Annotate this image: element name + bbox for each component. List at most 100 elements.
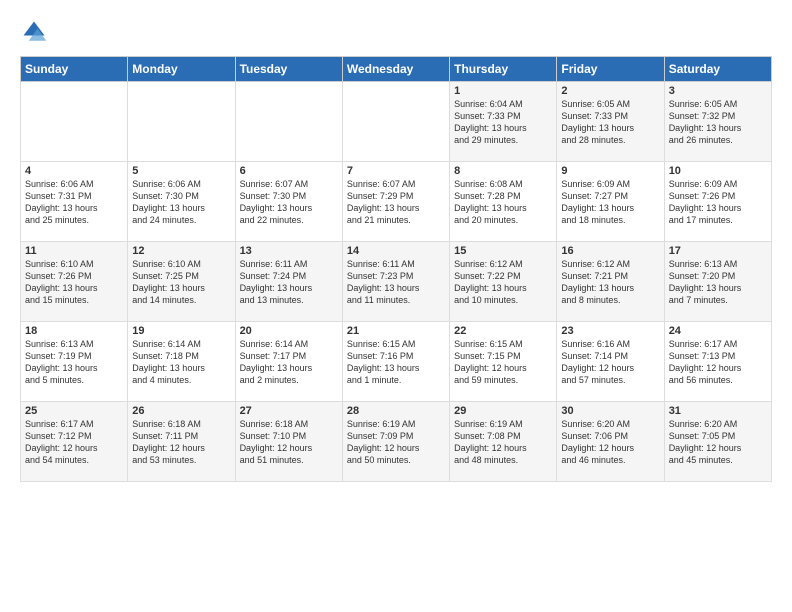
day-cell: 6Sunrise: 6:07 AM Sunset: 7:30 PM Daylig… bbox=[235, 162, 342, 242]
day-info: Sunrise: 6:19 AM Sunset: 7:08 PM Dayligh… bbox=[454, 418, 552, 467]
day-info: Sunrise: 6:14 AM Sunset: 7:18 PM Dayligh… bbox=[132, 338, 230, 387]
day-info: Sunrise: 6:18 AM Sunset: 7:10 PM Dayligh… bbox=[240, 418, 338, 467]
day-number: 28 bbox=[347, 405, 445, 417]
day-info: Sunrise: 6:09 AM Sunset: 7:27 PM Dayligh… bbox=[561, 178, 659, 227]
day-cell: 19Sunrise: 6:14 AM Sunset: 7:18 PM Dayli… bbox=[128, 322, 235, 402]
day-cell: 9Sunrise: 6:09 AM Sunset: 7:27 PM Daylig… bbox=[557, 162, 664, 242]
day-number: 3 bbox=[669, 85, 767, 97]
weekday-friday: Friday bbox=[557, 57, 664, 82]
day-info: Sunrise: 6:17 AM Sunset: 7:13 PM Dayligh… bbox=[669, 338, 767, 387]
day-number: 4 bbox=[25, 165, 123, 177]
day-info: Sunrise: 6:06 AM Sunset: 7:30 PM Dayligh… bbox=[132, 178, 230, 227]
day-info: Sunrise: 6:08 AM Sunset: 7:28 PM Dayligh… bbox=[454, 178, 552, 227]
day-info: Sunrise: 6:19 AM Sunset: 7:09 PM Dayligh… bbox=[347, 418, 445, 467]
day-number: 5 bbox=[132, 165, 230, 177]
day-number: 17 bbox=[669, 245, 767, 257]
day-number: 20 bbox=[240, 325, 338, 337]
week-row-2: 4Sunrise: 6:06 AM Sunset: 7:31 PM Daylig… bbox=[21, 162, 772, 242]
day-cell: 22Sunrise: 6:15 AM Sunset: 7:15 PM Dayli… bbox=[450, 322, 557, 402]
day-cell: 31Sunrise: 6:20 AM Sunset: 7:05 PM Dayli… bbox=[664, 402, 771, 482]
day-info: Sunrise: 6:07 AM Sunset: 7:29 PM Dayligh… bbox=[347, 178, 445, 227]
weekday-sunday: Sunday bbox=[21, 57, 128, 82]
day-info: Sunrise: 6:12 AM Sunset: 7:21 PM Dayligh… bbox=[561, 258, 659, 307]
day-cell bbox=[342, 82, 449, 162]
day-cell: 18Sunrise: 6:13 AM Sunset: 7:19 PM Dayli… bbox=[21, 322, 128, 402]
day-cell: 20Sunrise: 6:14 AM Sunset: 7:17 PM Dayli… bbox=[235, 322, 342, 402]
weekday-monday: Monday bbox=[128, 57, 235, 82]
day-cell: 25Sunrise: 6:17 AM Sunset: 7:12 PM Dayli… bbox=[21, 402, 128, 482]
day-cell: 11Sunrise: 6:10 AM Sunset: 7:26 PM Dayli… bbox=[21, 242, 128, 322]
day-info: Sunrise: 6:04 AM Sunset: 7:33 PM Dayligh… bbox=[454, 98, 552, 147]
week-row-5: 25Sunrise: 6:17 AM Sunset: 7:12 PM Dayli… bbox=[21, 402, 772, 482]
day-number: 18 bbox=[25, 325, 123, 337]
day-cell: 13Sunrise: 6:11 AM Sunset: 7:24 PM Dayli… bbox=[235, 242, 342, 322]
day-cell bbox=[128, 82, 235, 162]
week-row-3: 11Sunrise: 6:10 AM Sunset: 7:26 PM Dayli… bbox=[21, 242, 772, 322]
day-cell: 15Sunrise: 6:12 AM Sunset: 7:22 PM Dayli… bbox=[450, 242, 557, 322]
day-info: Sunrise: 6:05 AM Sunset: 7:32 PM Dayligh… bbox=[669, 98, 767, 147]
day-cell: 21Sunrise: 6:15 AM Sunset: 7:16 PM Dayli… bbox=[342, 322, 449, 402]
day-info: Sunrise: 6:13 AM Sunset: 7:19 PM Dayligh… bbox=[25, 338, 123, 387]
day-info: Sunrise: 6:11 AM Sunset: 7:24 PM Dayligh… bbox=[240, 258, 338, 307]
day-cell: 4Sunrise: 6:06 AM Sunset: 7:31 PM Daylig… bbox=[21, 162, 128, 242]
day-info: Sunrise: 6:14 AM Sunset: 7:17 PM Dayligh… bbox=[240, 338, 338, 387]
day-info: Sunrise: 6:17 AM Sunset: 7:12 PM Dayligh… bbox=[25, 418, 123, 467]
day-cell: 27Sunrise: 6:18 AM Sunset: 7:10 PM Dayli… bbox=[235, 402, 342, 482]
weekday-thursday: Thursday bbox=[450, 57, 557, 82]
day-number: 21 bbox=[347, 325, 445, 337]
day-number: 16 bbox=[561, 245, 659, 257]
day-cell: 2Sunrise: 6:05 AM Sunset: 7:33 PM Daylig… bbox=[557, 82, 664, 162]
day-cell: 29Sunrise: 6:19 AM Sunset: 7:08 PM Dayli… bbox=[450, 402, 557, 482]
day-info: Sunrise: 6:11 AM Sunset: 7:23 PM Dayligh… bbox=[347, 258, 445, 307]
day-info: Sunrise: 6:10 AM Sunset: 7:25 PM Dayligh… bbox=[132, 258, 230, 307]
weekday-header-row: SundayMondayTuesdayWednesdayThursdayFrid… bbox=[21, 57, 772, 82]
day-number: 10 bbox=[669, 165, 767, 177]
day-cell: 3Sunrise: 6:05 AM Sunset: 7:32 PM Daylig… bbox=[664, 82, 771, 162]
day-cell: 1Sunrise: 6:04 AM Sunset: 7:33 PM Daylig… bbox=[450, 82, 557, 162]
day-info: Sunrise: 6:15 AM Sunset: 7:15 PM Dayligh… bbox=[454, 338, 552, 387]
logo-icon bbox=[20, 18, 48, 46]
day-info: Sunrise: 6:07 AM Sunset: 7:30 PM Dayligh… bbox=[240, 178, 338, 227]
day-cell: 30Sunrise: 6:20 AM Sunset: 7:06 PM Dayli… bbox=[557, 402, 664, 482]
day-number: 19 bbox=[132, 325, 230, 337]
day-number: 6 bbox=[240, 165, 338, 177]
day-cell bbox=[21, 82, 128, 162]
page: SundayMondayTuesdayWednesdayThursdayFrid… bbox=[0, 0, 792, 612]
day-number: 15 bbox=[454, 245, 552, 257]
day-cell: 8Sunrise: 6:08 AM Sunset: 7:28 PM Daylig… bbox=[450, 162, 557, 242]
day-info: Sunrise: 6:05 AM Sunset: 7:33 PM Dayligh… bbox=[561, 98, 659, 147]
day-number: 12 bbox=[132, 245, 230, 257]
day-number: 26 bbox=[132, 405, 230, 417]
day-info: Sunrise: 6:16 AM Sunset: 7:14 PM Dayligh… bbox=[561, 338, 659, 387]
day-number: 30 bbox=[561, 405, 659, 417]
day-cell: 5Sunrise: 6:06 AM Sunset: 7:30 PM Daylig… bbox=[128, 162, 235, 242]
weekday-saturday: Saturday bbox=[664, 57, 771, 82]
day-info: Sunrise: 6:10 AM Sunset: 7:26 PM Dayligh… bbox=[25, 258, 123, 307]
day-info: Sunrise: 6:09 AM Sunset: 7:26 PM Dayligh… bbox=[669, 178, 767, 227]
day-number: 7 bbox=[347, 165, 445, 177]
day-cell: 23Sunrise: 6:16 AM Sunset: 7:14 PM Dayli… bbox=[557, 322, 664, 402]
day-number: 9 bbox=[561, 165, 659, 177]
day-number: 13 bbox=[240, 245, 338, 257]
day-cell: 14Sunrise: 6:11 AM Sunset: 7:23 PM Dayli… bbox=[342, 242, 449, 322]
day-number: 25 bbox=[25, 405, 123, 417]
day-number: 22 bbox=[454, 325, 552, 337]
day-number: 31 bbox=[669, 405, 767, 417]
day-info: Sunrise: 6:18 AM Sunset: 7:11 PM Dayligh… bbox=[132, 418, 230, 467]
day-info: Sunrise: 6:20 AM Sunset: 7:06 PM Dayligh… bbox=[561, 418, 659, 467]
day-cell: 10Sunrise: 6:09 AM Sunset: 7:26 PM Dayli… bbox=[664, 162, 771, 242]
day-number: 23 bbox=[561, 325, 659, 337]
day-number: 2 bbox=[561, 85, 659, 97]
day-number: 8 bbox=[454, 165, 552, 177]
day-number: 24 bbox=[669, 325, 767, 337]
day-cell: 17Sunrise: 6:13 AM Sunset: 7:20 PM Dayli… bbox=[664, 242, 771, 322]
calendar-table: SundayMondayTuesdayWednesdayThursdayFrid… bbox=[20, 56, 772, 482]
day-cell: 24Sunrise: 6:17 AM Sunset: 7:13 PM Dayli… bbox=[664, 322, 771, 402]
weekday-tuesday: Tuesday bbox=[235, 57, 342, 82]
day-number: 11 bbox=[25, 245, 123, 257]
day-number: 14 bbox=[347, 245, 445, 257]
weekday-wednesday: Wednesday bbox=[342, 57, 449, 82]
day-info: Sunrise: 6:20 AM Sunset: 7:05 PM Dayligh… bbox=[669, 418, 767, 467]
day-cell: 28Sunrise: 6:19 AM Sunset: 7:09 PM Dayli… bbox=[342, 402, 449, 482]
day-cell: 16Sunrise: 6:12 AM Sunset: 7:21 PM Dayli… bbox=[557, 242, 664, 322]
